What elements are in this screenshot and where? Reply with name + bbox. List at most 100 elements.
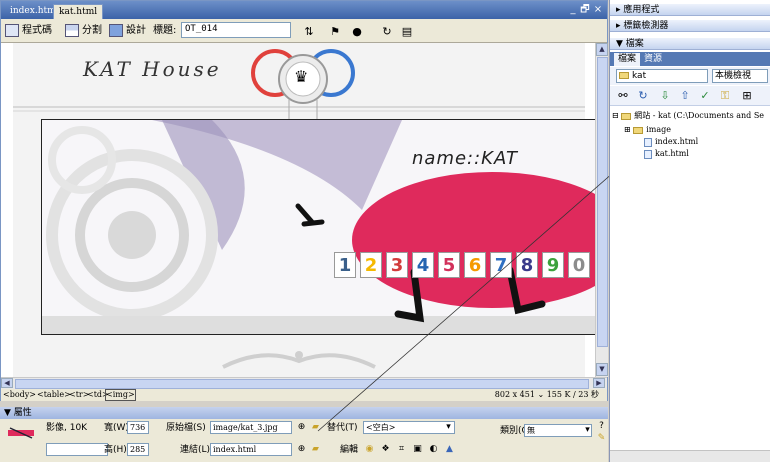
height-input[interactable]: 285 <box>127 443 149 456</box>
close-button[interactable]: × <box>592 3 604 16</box>
crop-icon[interactable]: ⌗ <box>396 444 407 455</box>
restore-button[interactable]: 🗗 <box>579 3 591 16</box>
properties-panel: 影像, 10K 寬(W) 736 高(H) 285 原始檔(S) image/k… <box>0 419 608 462</box>
image-name-input[interactable] <box>46 443 108 456</box>
properties-panel-header[interactable]: ▼ 屬性 <box>0 407 608 419</box>
brightness-icon[interactable]: ◐ <box>428 444 439 455</box>
code-view-button[interactable]: 程式碼 <box>5 22 52 39</box>
vertical-scroll-thumb[interactable] <box>597 57 608 347</box>
point-to-file-icon[interactable]: ⊕ <box>296 422 307 433</box>
link-input[interactable]: index.html <box>210 443 292 456</box>
image-size-label: 影像, 10K <box>46 423 88 433</box>
panel-group-files[interactable]: ▼ 檔案 <box>610 38 770 50</box>
banner-number-6: 6 <box>464 252 486 278</box>
right-panel-dock: ▸ 應用程式 ▸ 標籤檢測器 ▼ 檔案 檔案 資源 kat 本機檢視 ⚯ ↻ ⇩… <box>609 0 770 462</box>
html-file-icon <box>644 149 652 159</box>
tag-selector-table[interactable]: <table> <box>37 389 71 401</box>
code-view-label: 程式碼 <box>22 25 52 36</box>
banner-image[interactable]: name::KAT 1234567890 <box>41 119 595 335</box>
split-view-icon <box>65 24 79 37</box>
sharpen-icon[interactable]: ▲ <box>444 444 455 455</box>
refresh-files-icon[interactable]: ↻ <box>636 89 650 103</box>
site-select[interactable]: kat <box>616 69 708 83</box>
check-out-icon[interactable]: ✓ <box>698 89 712 103</box>
tree-kat-label: kat.html <box>655 149 689 158</box>
vertical-scrollbar[interactable]: ▲ ▼ <box>595 43 608 377</box>
expand-panel-icon[interactable]: ⊞ <box>740 89 754 103</box>
minimize-button[interactable]: _ <box>567 3 579 16</box>
link-browse-folder-icon[interactable]: ▰ <box>310 444 321 455</box>
banner-number-5: 5 <box>438 252 460 278</box>
title-input[interactable]: OT_014 <box>181 22 291 38</box>
source-input[interactable]: image/kat_3.jpg <box>210 421 292 434</box>
banner-number-8: 8 <box>516 252 538 278</box>
help-icon[interactable]: ? <box>596 421 607 432</box>
scroll-right-icon[interactable]: ▶ <box>593 378 605 388</box>
file-management-icon[interactable]: ⇅ <box>301 23 317 39</box>
width-input[interactable]: 736 <box>127 421 149 434</box>
connect-icon[interactable]: ⚯ <box>616 89 630 103</box>
alt-dropdown-arrow-icon[interactable]: ▾ <box>443 422 454 433</box>
status-bar: <body> <table> <tr> <td> <img> 802 x 451… <box>1 389 607 401</box>
scroll-up-icon[interactable]: ▲ <box>596 43 608 56</box>
optimize-icon[interactable]: ❖ <box>380 444 391 455</box>
preview-globe-icon[interactable]: ● <box>349 23 365 39</box>
banner-number-9: 9 <box>542 252 564 278</box>
panel-group-applications[interactable]: ▸ 應用程式 <box>610 4 770 16</box>
tree-index-label: index.html <box>655 137 699 146</box>
scroll-left-icon[interactable]: ◀ <box>1 378 13 388</box>
html-file-icon <box>644 137 652 147</box>
check-in-icon[interactable]: ⚿ <box>718 89 732 103</box>
horizontal-scrollbar[interactable]: ◀ ▶ <box>1 377 607 389</box>
tree-file-index-html[interactable]: index.html <box>644 136 698 148</box>
file-tree: ⊟ 網站 - kat (C:\Documents and Se ⊞ image … <box>610 108 770 448</box>
design-canvas[interactable]: ♛ KAT House name::KAT 1 2 3 4 5 6 7 8 9 … <box>1 43 595 377</box>
files-panel-tabs: 檔案 資源 <box>610 52 770 66</box>
banner-number-4: 4 <box>412 252 434 278</box>
page-frame: ♛ KAT House name::KAT 1 2 3 4 5 6 7 8 9 … <box>13 43 595 377</box>
refresh-icon[interactable]: ↻ <box>379 23 395 39</box>
panel-group-tag-inspector[interactable]: ▸ 標籤檢測器 <box>610 20 770 32</box>
view-options-icon[interactable]: ▤ <box>399 23 415 39</box>
banner-number-2: 2 <box>360 252 382 278</box>
tree-site-label: 網站 - kat (C:\Documents and Se <box>634 111 765 120</box>
tab-kat-html[interactable]: kat.html <box>53 4 104 19</box>
debug-icon[interactable]: ⚑ <box>327 23 343 39</box>
footer-ornament <box>222 351 376 369</box>
tag-selector-img[interactable]: <img> <box>105 389 136 401</box>
document-window: index.html kat.html _ 🗗 × 程式碼 分割 設計 標題: … <box>0 0 608 401</box>
tree-folder-image[interactable]: ⊞ image <box>624 124 671 136</box>
alt-label: 替代(T) <box>327 423 358 433</box>
collapse-toggle-icon[interactable]: ⊟ <box>612 111 619 120</box>
view-select[interactable]: 本機檢視 <box>712 69 768 83</box>
banner-number-3: 3 <box>386 252 408 278</box>
class-dropdown-arrow-icon[interactable]: ▾ <box>582 425 593 436</box>
document-tab-bar: index.html kat.html _ 🗗 × <box>1 1 607 19</box>
scroll-down-icon[interactable]: ▼ <box>596 363 608 376</box>
link-point-to-file-icon[interactable]: ⊕ <box>296 444 307 455</box>
resample-icon[interactable]: ▣ <box>412 444 423 455</box>
files-horizontal-scrollbar[interactable] <box>610 450 770 462</box>
expand-toggle-icon[interactable]: ⊞ <box>624 125 631 134</box>
document-toolbar: 程式碼 分割 設計 標題: OT_014 ⇅ ⚑ ● ↻ ▤ <box>1 19 607 43</box>
put-files-icon[interactable]: ⇧ <box>678 89 692 103</box>
banner-name-text: name::KAT <box>412 148 518 169</box>
design-view-label: 設計 <box>126 25 146 36</box>
get-files-icon[interactable]: ⇩ <box>658 89 672 103</box>
tab-assets[interactable]: 資源 <box>640 53 666 66</box>
tag-selector-body[interactable]: <body> <box>3 389 36 401</box>
browse-folder-icon[interactable]: ▰ <box>310 422 321 433</box>
site-root-icon <box>621 112 632 120</box>
edit-fireworks-icon[interactable]: ◉ <box>364 444 375 455</box>
tree-file-kat-html[interactable]: kat.html <box>644 148 689 160</box>
window-size-status[interactable]: 802 x 451 ⌄ 155 K / 23 秒 <box>495 389 599 401</box>
horizontal-scroll-thumb[interactable] <box>15 379 589 389</box>
split-view-button[interactable]: 分割 <box>65 22 102 39</box>
files-toolbar: ⚯ ↻ ⇩ ⇧ ✓ ⚿ ⊞ <box>610 86 770 106</box>
tree-image-label: image <box>646 125 672 134</box>
tab-files[interactable]: 檔案 <box>614 53 641 66</box>
tree-site-row[interactable]: ⊟ 網站 - kat (C:\Documents and Se <box>612 110 764 122</box>
design-view-button[interactable]: 設計 <box>109 22 146 39</box>
alt-select[interactable]: <空白> <box>363 421 455 434</box>
quick-tag-edit-icon[interactable]: ✎ <box>596 433 607 444</box>
